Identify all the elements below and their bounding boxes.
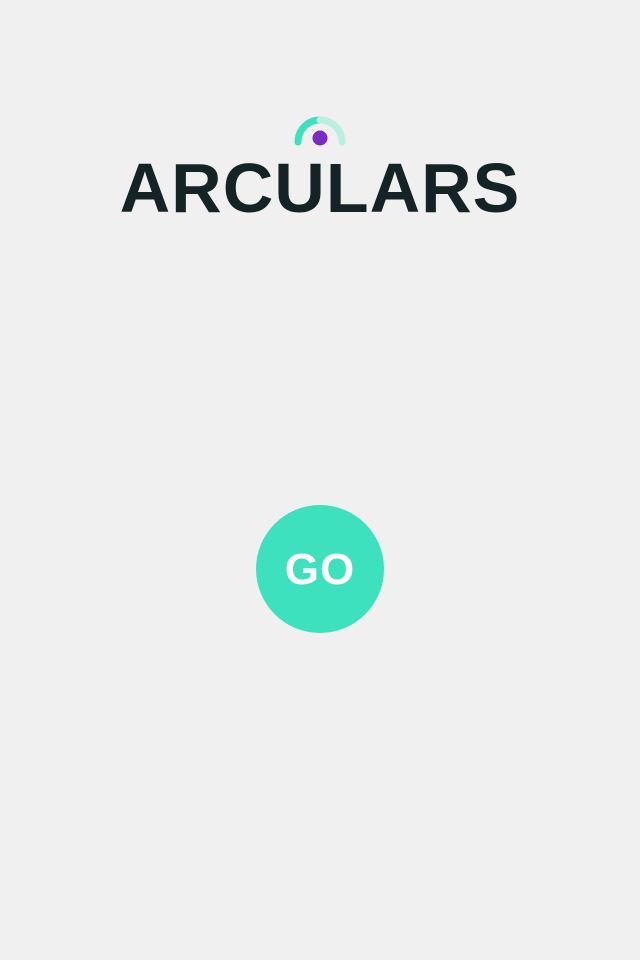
- arc-with-dot-icon: [294, 116, 346, 146]
- game-title: ARCULARS: [119, 149, 521, 227]
- go-button[interactable]: GO: [256, 505, 384, 633]
- start-screen: { "app": { "title": "ARCULARS", "logo_ic…: [0, 0, 640, 960]
- go-button-label: GO: [284, 545, 356, 594]
